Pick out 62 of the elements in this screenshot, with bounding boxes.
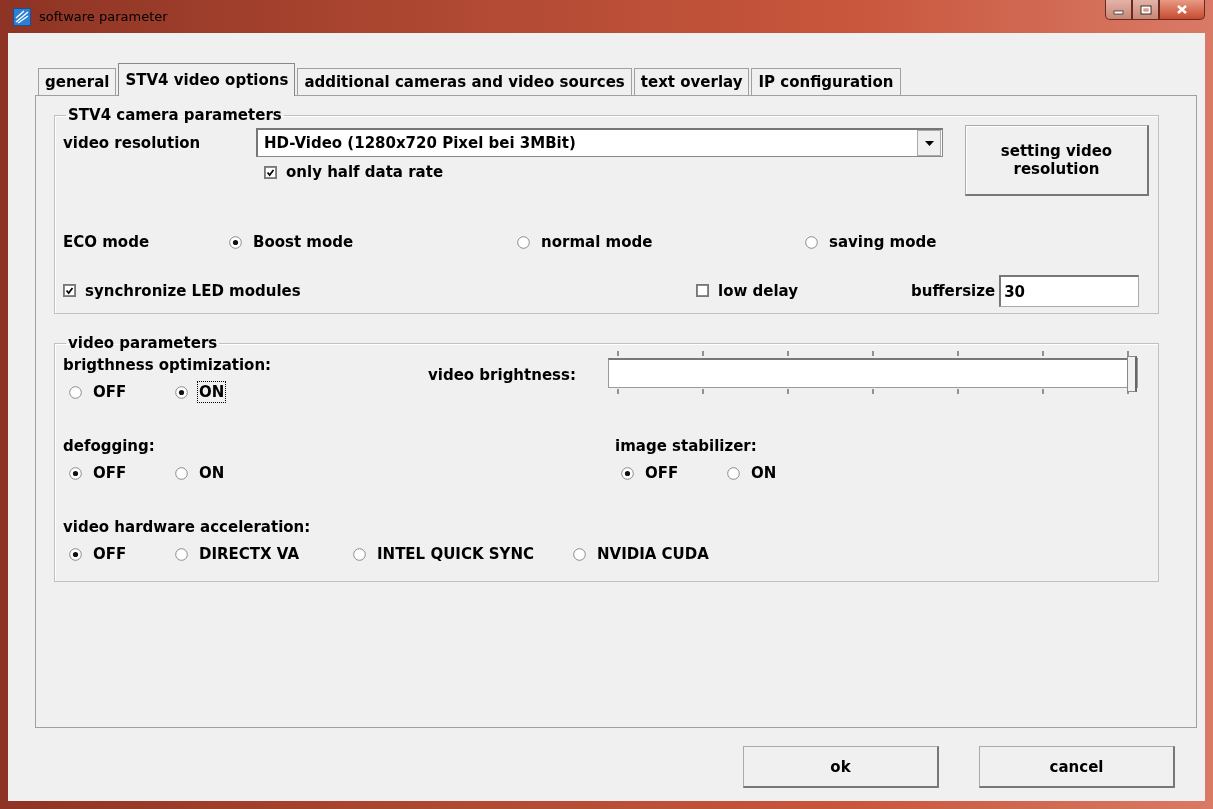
checkbox[interactable] [63,284,76,298]
field-label: defogging: [63,437,156,455]
option-label: NVIDIA CUDA [597,545,709,563]
option-label: synchronize LED modules [85,281,301,300]
dialog-button[interactable]: cancel [979,746,1175,788]
option-label: Boost mode [253,233,354,251]
radio-button[interactable] [175,466,188,480]
option-label: ON [751,464,777,482]
option-label: ON [199,464,225,482]
field-label: video hardware acceleration: [63,518,312,536]
tab[interactable]: additional cameras and video sources [297,68,632,95]
dropdown-button[interactable] [917,130,941,156]
close-icon [1176,4,1188,15]
radio-button[interactable] [621,466,634,480]
slider-thumb[interactable] [1127,356,1137,392]
option-label: OFF [93,545,127,563]
radio-button[interactable] [517,235,530,249]
maximize-button[interactable] [1132,0,1159,20]
group-title: video parameters [67,334,219,352]
dialog-button[interactable]: ok [743,746,939,788]
field-label: buffersize [911,282,996,300]
field-label: ECO mode [63,233,151,251]
option-label: ON [199,383,225,401]
radio-button[interactable] [805,235,818,249]
radio-button[interactable] [573,547,586,561]
option-label: normal mode [541,233,653,251]
minimize-button[interactable] [1105,0,1132,20]
option-label: only half data rate [286,163,444,181]
app-icon [13,7,31,26]
tab[interactable]: general [38,68,117,95]
field-label: image stabilizer: [615,437,758,455]
maximize-icon [1139,4,1152,15]
option-label: OFF [93,383,127,401]
field-label: brigthness optimization: [63,356,273,374]
option-label: DIRECTX VA [199,545,300,563]
radio-button[interactable] [175,547,188,561]
checkbox[interactable] [696,284,709,298]
option-label: low delay [718,281,799,300]
radio-button[interactable] [69,466,82,480]
option-label: OFF [645,464,679,482]
tab[interactable]: IP configuration [751,68,901,95]
setting-button[interactable]: setting video resolution [965,125,1149,196]
option-label: OFF [93,464,127,482]
radio-button[interactable] [727,466,740,480]
option-label: saving mode [829,233,937,251]
tab[interactable]: STV4 video options [118,63,296,96]
checkbox[interactable] [264,165,277,179]
radio-button[interactable] [175,385,188,399]
radio-button[interactable] [229,235,242,249]
window-title: software parameter [39,9,169,24]
field-label: video brightness: [428,366,577,384]
radio-button[interactable] [69,547,82,561]
field-label: video resolution [63,133,202,152]
group-title: STV4 camera parameters [67,106,283,124]
close-button[interactable] [1159,0,1205,20]
tab[interactable]: text overlay [633,68,750,95]
radio-button[interactable] [353,547,366,561]
option-label: INTEL QUICK SYNC [377,545,534,563]
caret-icon [924,140,934,146]
input-field[interactable]: 30 [999,275,1140,307]
dropdown[interactable]: HD-Video (1280x720 Pixel bei 3MBit) [256,128,943,157]
radio-button[interactable] [69,385,82,399]
